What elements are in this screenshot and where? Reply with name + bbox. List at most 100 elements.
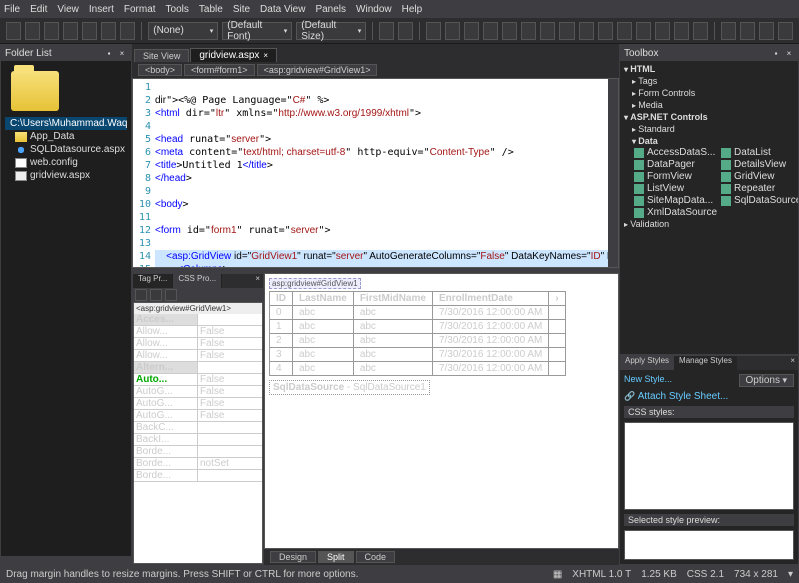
- toolbox-item[interactable]: SiteMapData...: [634, 195, 717, 206]
- status-icon[interactable]: ▾: [788, 569, 793, 580]
- toolbox-item[interactable]: SqlDataSource: [721, 195, 798, 206]
- prop-toolbar-btn[interactable]: [135, 289, 147, 301]
- table-row[interactable]: 3abcabc7/30/2016 12:00:00 AM: [270, 348, 566, 362]
- menu-dataview[interactable]: Data View: [260, 4, 305, 15]
- tab-apply-styles[interactable]: Apply Styles: [620, 356, 674, 370]
- toolbox-cat-aspnet[interactable]: ASP.NET Controls: [624, 111, 794, 123]
- view-tab-design[interactable]: Design: [270, 551, 316, 563]
- pin-icon[interactable]: ▪: [104, 48, 114, 58]
- align-center-button[interactable]: [502, 22, 517, 40]
- status-visual-aids-icon[interactable]: ▦: [553, 569, 562, 580]
- underline-button[interactable]: [464, 22, 479, 40]
- menu-site[interactable]: Site: [233, 4, 250, 15]
- crumb-form[interactable]: <form#form1>: [184, 64, 255, 76]
- table-row[interactable]: 4abcabc7/30/2016 12:00:00 AM: [270, 362, 566, 376]
- close-icon[interactable]: ×: [784, 48, 794, 58]
- status-css-schema[interactable]: CSS 2.1: [687, 569, 724, 580]
- menu-tools[interactable]: Tools: [166, 4, 189, 15]
- menu-window[interactable]: Window: [356, 4, 392, 15]
- save-button[interactable]: [44, 22, 59, 40]
- code-editor[interactable]: 12345678910111213141516171819 dir"><%@ P…: [132, 78, 619, 268]
- tree-item[interactable]: web.config: [5, 156, 127, 169]
- toolbox-item[interactable]: DataList: [721, 147, 798, 158]
- prop-toolbar-btn[interactable]: [165, 289, 177, 301]
- attach-stylesheet-link[interactable]: 🔗 Attach Style Sheet...: [624, 391, 794, 402]
- align-left-button[interactable]: [483, 22, 498, 40]
- new-button[interactable]: [6, 22, 21, 40]
- list-button[interactable]: [559, 22, 574, 40]
- folder-large-icon[interactable]: [11, 71, 59, 111]
- toolbox-item[interactable]: [721, 207, 798, 218]
- toolbox-item[interactable]: XmlDataSource: [634, 207, 717, 218]
- tool-button[interactable]: [778, 22, 793, 40]
- crumb-gridview[interactable]: <asp:gridview#GridView1>: [257, 64, 378, 76]
- outdent-button[interactable]: [598, 22, 613, 40]
- status-doctype[interactable]: XHTML 1.0 T: [572, 569, 631, 580]
- close-icon[interactable]: ×: [787, 356, 798, 370]
- redo-button[interactable]: [398, 22, 413, 40]
- font-dropdown[interactable]: (Default Font)▾: [222, 22, 292, 40]
- toolbox-cat-tags[interactable]: Tags: [632, 75, 794, 87]
- tool-button[interactable]: [721, 22, 736, 40]
- property-row[interactable]: Acces...: [134, 314, 262, 326]
- tool-button[interactable]: [674, 22, 689, 40]
- toolbox-item[interactable]: DataPager: [634, 159, 717, 170]
- gridview-smarttag-icon[interactable]: ›: [549, 292, 565, 306]
- property-row[interactable]: Borde...: [134, 470, 262, 482]
- property-row[interactable]: BackI...: [134, 434, 262, 446]
- view-tab-split[interactable]: Split: [318, 551, 354, 563]
- toolbox-cat-data[interactable]: Data: [632, 135, 794, 147]
- property-row[interactable]: Allow...False: [134, 326, 262, 338]
- close-icon[interactable]: ×: [117, 48, 127, 58]
- borders-button[interactable]: [636, 22, 651, 40]
- property-row[interactable]: Allow...False: [134, 350, 262, 362]
- toolbox-item[interactable]: Repeater: [721, 183, 798, 194]
- property-row[interactable]: AutoG...False: [134, 410, 262, 422]
- tree-root[interactable]: C:\Users\Muhammad.Waqas\Do: [5, 117, 127, 130]
- tool-button[interactable]: [63, 22, 78, 40]
- toolbox-cat-standard[interactable]: Standard: [632, 123, 794, 135]
- property-row[interactable]: Allow...False: [134, 338, 262, 350]
- menu-view[interactable]: View: [57, 4, 79, 15]
- toolbox-cat-validation[interactable]: Validation: [624, 218, 794, 230]
- tool-button[interactable]: [101, 22, 116, 40]
- table-row[interactable]: 2abcabc7/30/2016 12:00:00 AM: [270, 334, 566, 348]
- style-dropdown[interactable]: (None)▾: [148, 22, 218, 40]
- menu-table[interactable]: Table: [199, 4, 223, 15]
- tree-item[interactable]: SQLDatasource.aspx: [5, 143, 127, 156]
- list-button[interactable]: [579, 22, 594, 40]
- new-style-link[interactable]: New Style...: [624, 374, 672, 384]
- tool-button[interactable]: [82, 22, 97, 40]
- sqldatasource-control[interactable]: SqlDataSource - SqlDataSource1: [269, 380, 430, 395]
- bold-button[interactable]: [426, 22, 441, 40]
- align-right-button[interactable]: [521, 22, 536, 40]
- toolbox-cat-html[interactable]: HTML: [624, 63, 794, 75]
- toolbox-cat-media[interactable]: Media: [632, 99, 794, 111]
- fontsize-dropdown[interactable]: (Default Size)▾: [296, 22, 366, 40]
- toolbox-item[interactable]: AccessDataS...: [634, 147, 717, 158]
- menu-panels[interactable]: Panels: [315, 4, 346, 15]
- menu-file[interactable]: File: [4, 4, 20, 15]
- open-button[interactable]: [25, 22, 40, 40]
- property-row[interactable]: BackC...: [134, 422, 262, 434]
- close-tab-icon[interactable]: ×: [263, 51, 268, 60]
- scrollbar-v[interactable]: [608, 79, 618, 267]
- tool-button[interactable]: [759, 22, 774, 40]
- prop-toolbar-btn[interactable]: [150, 289, 162, 301]
- design-surface[interactable]: asp:gridview#GridView1 IDLastNameFirstMi…: [264, 273, 619, 549]
- property-row[interactable]: Borde...notSet: [134, 458, 262, 470]
- indent-button[interactable]: [617, 22, 632, 40]
- property-row[interactable]: Auto...False: [134, 374, 262, 386]
- italic-button[interactable]: [445, 22, 460, 40]
- menu-edit[interactable]: Edit: [30, 4, 47, 15]
- close-icon[interactable]: ×: [252, 274, 263, 288]
- property-row[interactable]: Borde...: [134, 446, 262, 458]
- align-justify-button[interactable]: [540, 22, 555, 40]
- property-row[interactable]: AutoG...False: [134, 386, 262, 398]
- tab-gridview[interactable]: gridview.aspx×: [190, 48, 277, 62]
- tool-button[interactable]: [740, 22, 755, 40]
- pin-icon[interactable]: ▪: [771, 48, 781, 58]
- menu-format[interactable]: Format: [124, 4, 156, 15]
- property-row[interactable]: AutoG...False: [134, 398, 262, 410]
- code-area[interactable]: dir"><%@ Page Language="C#" %> <html dir…: [155, 79, 608, 267]
